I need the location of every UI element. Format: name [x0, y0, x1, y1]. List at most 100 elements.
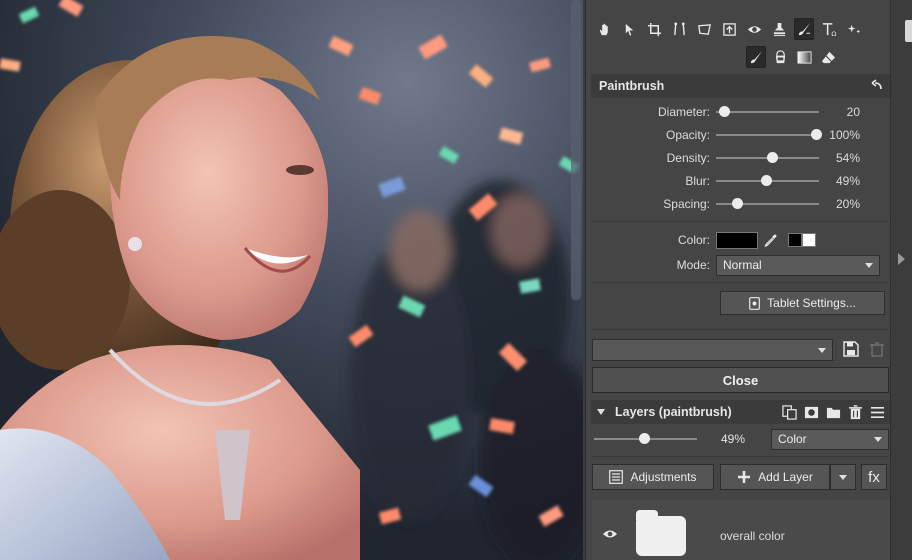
layer-name: overall color [720, 529, 785, 543]
layer-opacity-thumb[interactable] [639, 433, 651, 444]
bucket-icon[interactable] [770, 46, 790, 68]
color-label: Color: [677, 233, 710, 247]
preset-dropdown[interactable] [592, 339, 833, 361]
layer-opacity-value: 49% [720, 432, 745, 446]
opacity-slider-thumb[interactable] [810, 129, 822, 140]
save-preset-icon[interactable] [843, 341, 859, 360]
adjustments-label: Adjustments [630, 470, 697, 484]
tablet-settings-button[interactable]: Tablet Settings... [720, 291, 885, 315]
mode-select[interactable]: Normal [716, 254, 880, 276]
layers-toolbar [782, 404, 885, 420]
density-slider-row: Density: 54% [586, 148, 891, 168]
hand-icon[interactable] [594, 18, 614, 40]
fx-button[interactable]: fx [861, 464, 887, 490]
pointer-icon[interactable] [619, 18, 639, 40]
black-swatch[interactable] [788, 233, 802, 247]
mask-icon[interactable] [804, 405, 819, 420]
eye-icon[interactable] [744, 18, 764, 40]
diameter-value: 20 [846, 105, 860, 119]
folder-icon[interactable] [826, 405, 841, 420]
add-layer-button[interactable]: Add Layer [720, 464, 830, 490]
diameter-slider[interactable] [716, 106, 819, 117]
color-row: Color: [586, 229, 891, 251]
svg-text:Ω: Ω [831, 30, 836, 37]
spacing-value: 20% [835, 197, 860, 211]
eraser-icon[interactable] [818, 46, 838, 68]
plus-icon [738, 471, 751, 483]
mode-label: Mode: [676, 258, 710, 272]
paintbrush-title: Paintbrush [599, 79, 665, 93]
add-layer-label: Add Layer [758, 470, 813, 484]
tablet-icon [749, 296, 761, 310]
tools-toolbar: Ω [586, 14, 891, 44]
spacing-slider-row: Spacing: 20% [586, 194, 891, 214]
opacity-slider[interactable] [716, 129, 822, 140]
density-slider[interactable] [716, 152, 819, 163]
layers-title: Layers (paintbrush) [615, 405, 732, 419]
divider [591, 456, 889, 457]
photo-illustration [0, 0, 583, 560]
chevron-down-icon [865, 262, 873, 268]
density-value: 54% [835, 151, 860, 165]
crop-icon[interactable] [644, 18, 664, 40]
spacing-slider[interactable] [716, 198, 819, 209]
canvas-vertical-scrollbar[interactable] [571, 0, 581, 300]
paintbrush-icon[interactable] [746, 46, 766, 68]
black-white-swatch[interactable] [788, 233, 816, 247]
text-icon[interactable]: Ω [819, 18, 839, 40]
chevron-down-icon [818, 348, 826, 353]
chevron-down-icon [874, 436, 882, 442]
layer-blend-mode-select[interactable]: Color [771, 428, 889, 450]
diameter-label: Diameter: [657, 105, 710, 119]
density-slider-thumb[interactable] [766, 152, 778, 163]
trash-icon[interactable] [848, 404, 863, 420]
layer-blend-mode-value: Color [778, 432, 807, 446]
gradient-icon[interactable] [794, 46, 814, 68]
paintbrush-header: Paintbrush [591, 74, 891, 98]
close-button[interactable]: Close [592, 367, 889, 393]
adjustments-button[interactable]: Adjustments [592, 464, 714, 490]
density-label: Density: [666, 151, 710, 165]
spacing-slider-thumb[interactable] [731, 198, 743, 209]
blur-slider-thumb[interactable] [761, 175, 773, 186]
transform-icon[interactable] [694, 18, 714, 40]
layer-opacity-row: 49% Color [594, 428, 889, 450]
delete-preset-icon[interactable] [870, 342, 884, 360]
divider [591, 221, 889, 222]
blur-label: Blur: [685, 174, 710, 188]
expand-arrow-icon[interactable] [898, 253, 905, 265]
layer-thumbnail [636, 510, 686, 556]
chevron-down-icon [839, 474, 847, 480]
opacity-label: Opacity: [665, 128, 710, 142]
tools-panel: Ω Paintbrush Diameter: 20 Opacity: 100% … [585, 0, 891, 560]
panel-tab[interactable] [905, 20, 912, 42]
brush-subtools [746, 46, 838, 72]
blur-value: 49% [835, 174, 860, 188]
stamp-icon[interactable] [769, 18, 789, 40]
diameter-slider-thumb[interactable] [719, 106, 731, 117]
reset-arrow-icon[interactable] [871, 78, 883, 94]
opacity-value: 100% [829, 128, 860, 142]
layer-opacity-slider[interactable] [594, 433, 697, 444]
tablet-settings-label: Tablet Settings... [767, 296, 856, 310]
perspective-icon[interactable] [669, 18, 689, 40]
eyedropper-icon[interactable] [762, 231, 780, 249]
diameter-slider-row: Diameter: 20 [586, 102, 891, 122]
sparkle-icon[interactable] [844, 18, 864, 40]
divider [591, 329, 889, 330]
adjustments-icon [609, 470, 624, 484]
upload-icon[interactable] [719, 18, 739, 40]
menu-icon[interactable] [870, 405, 885, 420]
brush-icon[interactable] [794, 18, 814, 40]
white-swatch[interactable] [802, 233, 816, 247]
divider [591, 282, 889, 283]
mode-row: Mode: Normal [586, 254, 891, 276]
duplicate-layer-icon[interactable] [782, 404, 797, 420]
image-canvas[interactable] [0, 0, 583, 560]
add-layer-dropdown[interactable] [830, 464, 856, 490]
panel-collapse-strip[interactable] [890, 0, 912, 560]
eye-icon[interactable] [602, 528, 618, 542]
collapse-triangle-icon[interactable] [597, 409, 605, 415]
blur-slider[interactable] [716, 175, 819, 186]
brush-color-swatch[interactable] [716, 231, 758, 249]
